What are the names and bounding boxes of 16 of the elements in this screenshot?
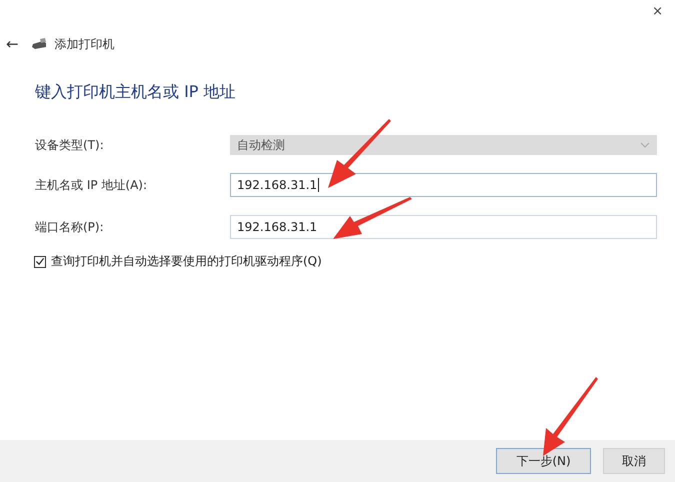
close-button[interactable]: × xyxy=(652,4,663,24)
window-title: 添加打印机 xyxy=(54,36,115,52)
checkbox-label: 查询打印机并自动选择要使用的打印机驱动程序(Q) xyxy=(51,253,322,270)
arrow-annotation xyxy=(328,119,391,188)
field-label: 设备类型(T): xyxy=(35,136,105,154)
dialog-button[interactable]: 下一步(N) xyxy=(496,448,591,474)
page-heading: 键入打印机主机名或 IP 地址 xyxy=(35,82,237,103)
chevron-down-icon xyxy=(640,142,650,148)
input-field[interactable]: 192.168.31.1 xyxy=(230,173,657,197)
printer-icon xyxy=(30,38,47,50)
back-button[interactable]: ← xyxy=(6,35,19,53)
dialog-button[interactable]: 取消 xyxy=(603,448,665,474)
checkbox[interactable] xyxy=(34,256,46,268)
field-label: 端口名称(P): xyxy=(35,218,105,236)
input-field[interactable]: 192.168.31.1 xyxy=(230,215,657,239)
field-label: 主机名或 IP 地址(A): xyxy=(35,176,148,194)
